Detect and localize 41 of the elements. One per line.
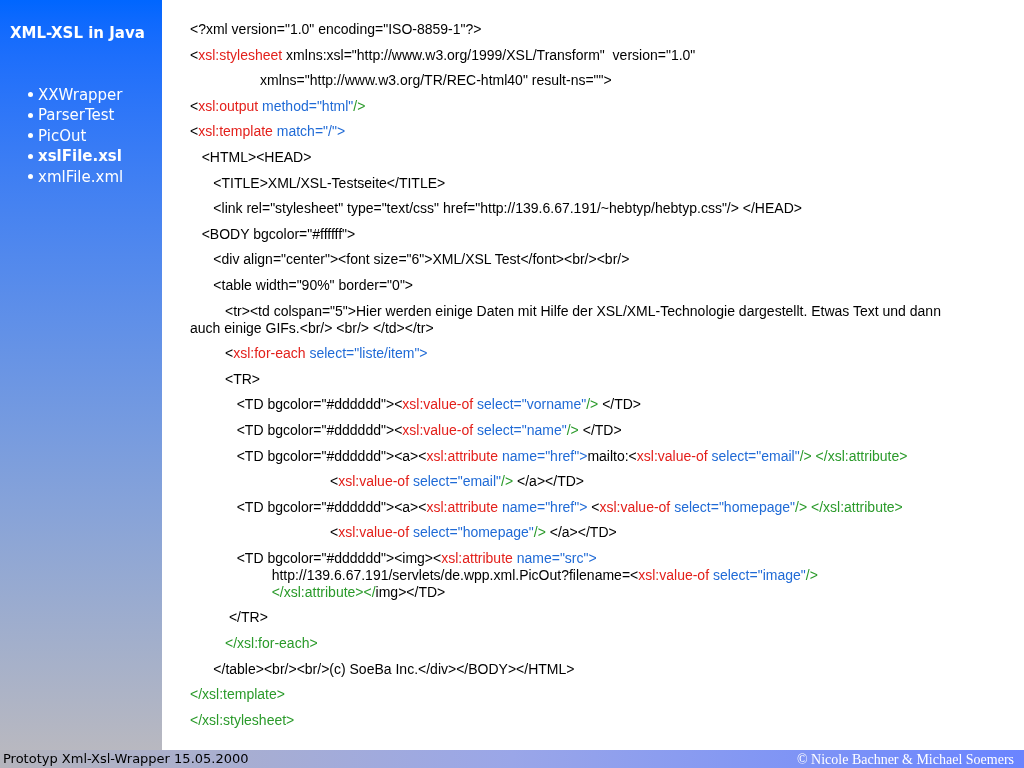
code-line: <?xml version="1.0" encoding="ISO-8859-1"?> <box>190 21 482 38</box>
code-line: <link rel="stylesheet" type="text/css" href="http://139.6.67.191/~hebtyp/hebtyp.css"/> </HEAD> <box>212 200 802 218</box>
code-line: <TD bgcolor="#dddddd"><a><xsl:attribute name="href"> <xsl:value-of select="homepage"/> </xsl:attribute> <box>235 498 903 516</box>
code-line: <TD bgcolor="#dddddd"><img><xsl:attribute name="src"> <box>235 549 597 567</box>
footer-text: Prototyp Xml-Xsl-Wrapper 15.05.2000 <box>2 750 249 768</box>
nav-link[interactable]: PicOut <box>38 125 87 146</box>
code-line: <TD bgcolor="#dddddd"><xsl:value-of select="vorname"/> </TD> <box>235 396 642 414</box>
code-line: </xsl:template> <box>190 686 285 704</box>
code-line: <xsl:value-of select="homepage"/> </a></TD> <box>329 524 617 542</box>
code-line: </xsl:stylesheet> <box>190 711 295 729</box>
code-line: <xsl:value-of select="email"/> </a></TD> <box>329 473 584 491</box>
code-line: <xsl:for-each select="liste/item"> <box>224 345 428 363</box>
code-line: <TD bgcolor="#dddddd"><xsl:value-of select="name"/> </TD> <box>235 421 622 439</box>
copyright-text: © Nicole Bachner & Michael Soemers <box>796 750 1015 768</box>
code-line: <TR> <box>224 370 261 388</box>
code-line: <table width="90%" border="0"> <box>212 276 414 294</box>
bullet-icon <box>28 174 33 180</box>
bullet-icon <box>28 112 33 118</box>
code-line: xmlns="http://www.w3.org/TR/REC-html40" result-ns=""> <box>259 72 612 90</box>
bullet-icon <box>28 133 33 139</box>
code-line: <xsl:output method="html"/> <box>190 97 366 115</box>
code-line: </TR> <box>227 609 268 627</box>
code-line: http://139.6.67.191/servlets/de.wpp.xml.PicOut?filename=<xsl:value-of select="image"/> <box>270 566 818 584</box>
code-line: </xsl:attribute></img></TD> <box>270 583 446 601</box>
code-line: <xsl:stylesheet xmlns:xsl="http://www.w3.org/1999/XSL/Transform" version="1.0" <box>190 46 696 64</box>
nav-link[interactable]: ParserTest <box>38 105 115 126</box>
sidebar-title: XML-XSL in Java <box>10 23 146 44</box>
code-line: <div align="center"><font size="6">XML/XSL Test</font><br/><br/> <box>212 251 630 269</box>
bullet-icon <box>28 153 33 159</box>
code-line: <BODY bgcolor="#ffffff"> <box>200 225 356 243</box>
code-line: <TITLE>XML/XSL-Testseite</TITLE> <box>212 174 446 192</box>
code-line: <HTML><HEAD> <box>200 148 312 166</box>
code-line: <xsl:template match="/"> <box>190 123 346 141</box>
code-line: </table><br/><br/>(c) SoeBa Inc.</div></BODY></HTML> <box>212 660 575 678</box>
nav-link[interactable]: xslFile.xsl <box>38 146 122 167</box>
code-line: </xsl:for-each> <box>224 635 318 653</box>
bullet-icon <box>28 92 33 98</box>
nav-link[interactable]: XXWrapper <box>38 84 123 105</box>
code-line: <TD bgcolor="#dddddd"><a><xsl:attribute name="href">mailto:<xsl:value-of select="email"/> </xsl:attribute> <box>235 447 908 465</box>
code-line: <tr><td colspan="5">Hier werden einige Daten mit Hilfe der XSL/XML-Technologie dargestellt. Etwas Text und dann auch einige GIFs.<br/> <br/> </td></tr> <box>190 302 942 337</box>
nav-link[interactable]: xmlFile.xml <box>38 166 124 187</box>
